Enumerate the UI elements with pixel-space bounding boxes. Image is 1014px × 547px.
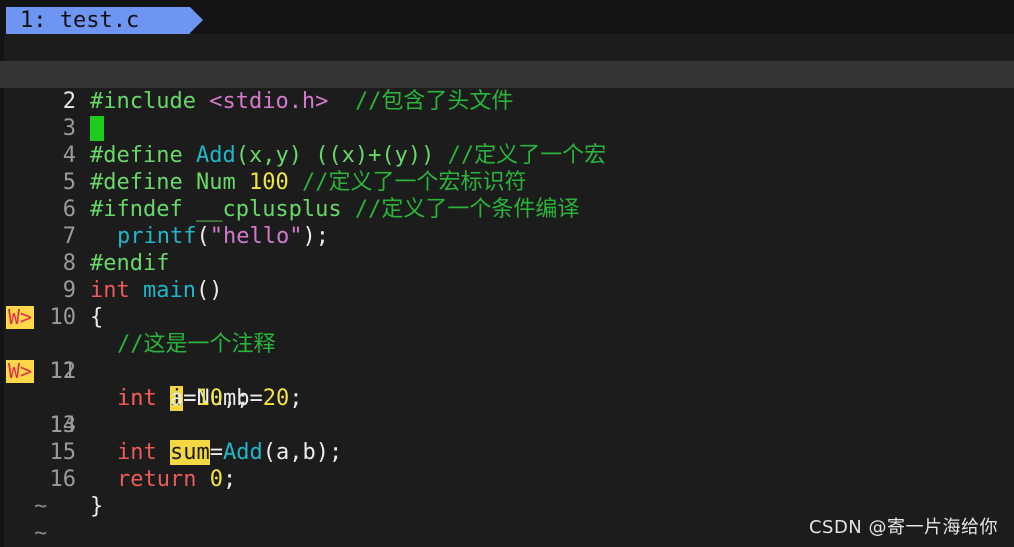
warning-sign-icon[interactable]: W> bbox=[6, 306, 34, 329]
vim-window: 1: test.c 1 #include <stdio.h> //包含了头文件 … bbox=[0, 0, 1014, 547]
code-line-12[interactable]: 12 int a=10,b=20; bbox=[0, 331, 1014, 411]
code-editor[interactable]: 1 #include <stdio.h> //包含了头文件 2 3 #defin… bbox=[0, 34, 1014, 547]
code-line-9[interactable]: 9 { bbox=[0, 250, 1014, 330]
code-line-14[interactable]: 14 bbox=[0, 385, 1014, 438]
tab-filename: test.c bbox=[59, 8, 140, 33]
tab-test-c[interactable]: 1: test.c bbox=[6, 7, 190, 34]
watermark: CSDN @寄一片海给你 bbox=[808, 517, 998, 538]
code-line-8[interactable]: 8 int main() bbox=[0, 223, 1014, 303]
code-line-15[interactable]: 15 return 0; bbox=[0, 412, 1014, 492]
code-line-10[interactable]: 10 //这是一个注释 bbox=[0, 277, 1014, 357]
warning-sign-icon[interactable]: W> bbox=[6, 360, 34, 383]
code-line-11[interactable]: W> 11 int i=Num; bbox=[0, 304, 1014, 411]
code-line-6[interactable]: 6 printf("hello"); bbox=[0, 169, 1014, 249]
code-line-13[interactable]: W> 13 int sum=Add(a,b); bbox=[0, 358, 1014, 465]
code-line-7[interactable]: 7 #endif bbox=[0, 196, 1014, 276]
code-line-3[interactable]: 3 #define Add(x,y) ((x)+(y)) //定义了一个宏 bbox=[0, 88, 1014, 168]
tab-number: 1: bbox=[20, 8, 47, 33]
code-line-5[interactable]: 5 #ifndef __cplusplus //定义了一个条件编译 bbox=[0, 142, 1014, 222]
tab-arrow-icon bbox=[190, 7, 203, 33]
empty-line-marker: ~ bbox=[0, 466, 1014, 519]
code-line-1[interactable]: 1 #include <stdio.h> //包含了头文件 bbox=[0, 34, 1014, 114]
code-line-2-current[interactable]: 2 bbox=[0, 61, 1014, 141]
code-line-16[interactable]: 16 } bbox=[0, 439, 1014, 519]
code-line-4[interactable]: 4 #define Num 100 //定义了一个宏标识符 bbox=[0, 115, 1014, 195]
tabline: 1: test.c bbox=[0, 0, 1014, 34]
